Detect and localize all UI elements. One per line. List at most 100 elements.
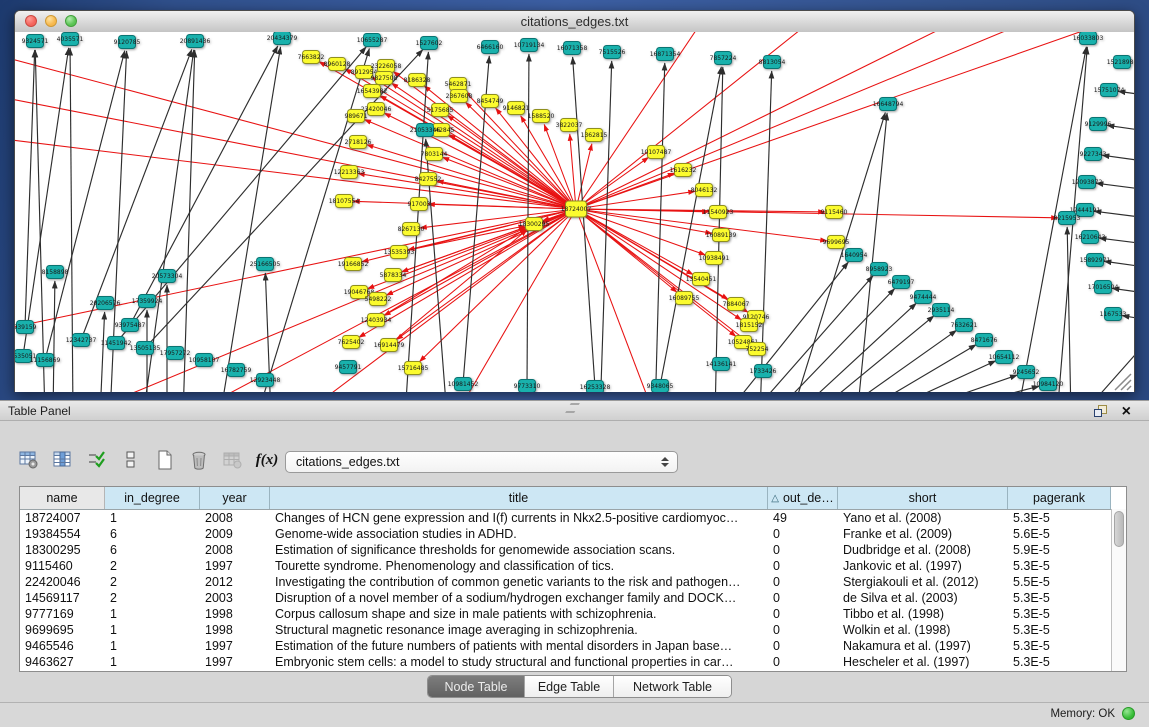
close-panel-icon[interactable]: × (1122, 401, 1131, 422)
table-cell[interactable]: Hescheler et al. (1997) (838, 654, 1008, 670)
table-cell[interactable]: 0 (768, 542, 838, 558)
table-cell[interactable]: 1997 (200, 558, 270, 574)
table-selector-combobox[interactable]: citations_edges.txt (285, 451, 678, 473)
table-cell[interactable]: de Silva et al. (2003) (838, 590, 1008, 606)
table-row[interactable]: 946554611997Estimation of the future num… (20, 638, 1126, 654)
table-cell[interactable]: Embryonic stem cells: a model to study s… (270, 654, 768, 670)
table-cell[interactable]: 22420046 (20, 574, 105, 590)
minimize-window-button[interactable] (45, 15, 57, 27)
table-cell[interactable]: 5.3E-5 (1008, 622, 1111, 638)
table-cell[interactable]: 2008 (200, 542, 270, 558)
table-cell[interactable]: 49 (768, 510, 838, 526)
table-cell[interactable]: 1998 (200, 622, 270, 638)
table-cell[interactable]: 14569117 (20, 590, 105, 606)
table-cell[interactable]: 1 (105, 622, 200, 638)
table-cell[interactable]: 19384554 (20, 526, 105, 542)
table-cell[interactable]: 6 (105, 542, 200, 558)
table-cell[interactable]: Estimation of the future numbers of pati… (270, 638, 768, 654)
table-cell[interactable]: Investigating the contribution of common… (270, 574, 768, 590)
close-window-button[interactable] (25, 15, 37, 27)
float-panel-icon[interactable] (1094, 405, 1107, 417)
table-cell[interactable]: 5.3E-5 (1008, 638, 1111, 654)
select-rows-icon[interactable] (86, 449, 108, 471)
trash-icon[interactable] (188, 449, 210, 471)
tab-node-table[interactable]: Node Table (428, 676, 525, 697)
table-row[interactable]: 969969511998Structural magnetic resonanc… (20, 622, 1126, 638)
table-cell[interactable]: 9463627 (20, 654, 105, 670)
table-cell[interactable]: 5.6E-5 (1008, 526, 1111, 542)
tab-edge-table[interactable]: Edge Table (525, 676, 614, 697)
table-row[interactable]: 1830029562008Estimation of significance … (20, 542, 1126, 558)
table-cell[interactable]: Stergiakouli et al. (2012) (838, 574, 1008, 590)
table-cell[interactable]: 1 (105, 654, 200, 670)
column-header-in_degree[interactable]: in_degree (105, 487, 200, 509)
row-height-icon[interactable] (120, 449, 142, 471)
table-cell[interactable]: Jankovic et al. (1997) (838, 558, 1008, 574)
table-cell[interactable]: 5.3E-5 (1008, 590, 1111, 606)
table-cell[interactable]: Wolkin et al. (1998) (838, 622, 1008, 638)
column-header-year[interactable]: year (200, 487, 270, 509)
table-cell[interactable]: Nakamura et al. (1997) (838, 638, 1008, 654)
table-row[interactable]: 1872400712008Changes of HCN gene express… (20, 510, 1126, 526)
table-row[interactable]: 1938455462009Genome-wide association stu… (20, 526, 1126, 542)
table-cell[interactable]: 18300295 (20, 542, 105, 558)
table-row[interactable]: 911546021997Tourette syndrome. Phenomeno… (20, 558, 1126, 574)
memory-status-indicator[interactable] (1122, 707, 1135, 720)
column-header-pagerank[interactable]: pagerank (1008, 487, 1111, 509)
table-cell[interactable]: 0 (768, 654, 838, 670)
table-cell[interactable]: Tourette syndrome. Phenomenology and cla… (270, 558, 768, 574)
column-header-out_de[interactable]: △out_de… (768, 487, 838, 509)
table-cell[interactable]: 5.3E-5 (1008, 606, 1111, 622)
table-cell[interactable]: 2008 (200, 510, 270, 526)
table-cell[interactable]: 2009 (200, 526, 270, 542)
scrollbar-thumb[interactable] (1114, 511, 1124, 547)
table-cell[interactable]: 0 (768, 606, 838, 622)
delete-table-icon[interactable] (222, 449, 244, 471)
table-cell[interactable]: Dudbridge et al. (2008) (838, 542, 1008, 558)
table-cell[interactable]: 2012 (200, 574, 270, 590)
table-cell[interactable]: Corpus callosum shape and size in male p… (270, 606, 768, 622)
table-row[interactable]: 1456911722003Disruption of a novel membe… (20, 590, 1126, 606)
table-cell[interactable]: Changes of HCN gene expression and I(f) … (270, 510, 768, 526)
table-panel-header[interactable]: Table Panel × (0, 400, 1149, 421)
table-cell[interactable]: Estimation of significance thresholds fo… (270, 542, 768, 558)
table-cell[interactable]: 0 (768, 526, 838, 542)
table-cell[interactable]: 1 (105, 606, 200, 622)
table-cell[interactable]: 0 (768, 638, 838, 654)
table-cell[interactable]: 0 (768, 574, 838, 590)
table-settings-icon[interactable] (18, 449, 40, 471)
network-canvas[interactable]: 9324571403557191207852089143620434379106… (15, 32, 1134, 392)
zoom-window-button[interactable] (65, 15, 77, 27)
table-cell[interactable]: Yano et al. (2008) (838, 510, 1008, 526)
table-row[interactable]: 977716911998Corpus callosum shape and si… (20, 606, 1126, 622)
table-cell[interactable]: 9699695 (20, 622, 105, 638)
network-graph-svg[interactable]: 9324571403557191207852089143620434379106… (15, 32, 1134, 392)
table-cell[interactable]: 2003 (200, 590, 270, 606)
table-cell[interactable]: 5.5E-5 (1008, 574, 1111, 590)
canvas-resize-grip[interactable] (1115, 374, 1131, 390)
table-cell[interactable]: 0 (768, 558, 838, 574)
table-cell[interactable]: 5.3E-5 (1008, 654, 1111, 670)
table-cell[interactable]: 1 (105, 638, 200, 654)
window-titlebar[interactable]: citations_edges.txt (15, 11, 1134, 33)
table-cell[interactable]: 1997 (200, 654, 270, 670)
new-document-icon[interactable] (154, 449, 176, 471)
tab-network-table[interactable]: Network Table (614, 676, 731, 697)
table-cell[interactable]: Tibbo et al. (1998) (838, 606, 1008, 622)
table-row[interactable]: 946362711997Embryonic stem cells: a mode… (20, 654, 1126, 670)
table-cell[interactable]: 0 (768, 622, 838, 638)
table-row[interactable]: 2242004622012Investigating the contribut… (20, 574, 1126, 590)
table-cell[interactable]: 9777169 (20, 606, 105, 622)
table-cell[interactable]: 9115460 (20, 558, 105, 574)
select-column-icon[interactable] (52, 449, 74, 471)
column-header-short[interactable]: short (838, 487, 1008, 509)
table-cell[interactable]: 5.3E-5 (1008, 558, 1111, 574)
table-cell[interactable]: Disruption of a novel member of a sodium… (270, 590, 768, 606)
function-builder-icon[interactable]: f(x) (256, 449, 278, 471)
vertical-scrollbar[interactable] (1111, 509, 1126, 671)
table-cell[interactable]: Franke et al. (2009) (838, 526, 1008, 542)
table-cell[interactable]: 5.9E-5 (1008, 542, 1111, 558)
table-cell[interactable]: Structural magnetic resonance image aver… (270, 622, 768, 638)
table-cell[interactable]: 5.3E-5 (1008, 510, 1111, 526)
table-cell[interactable]: 18724007 (20, 510, 105, 526)
